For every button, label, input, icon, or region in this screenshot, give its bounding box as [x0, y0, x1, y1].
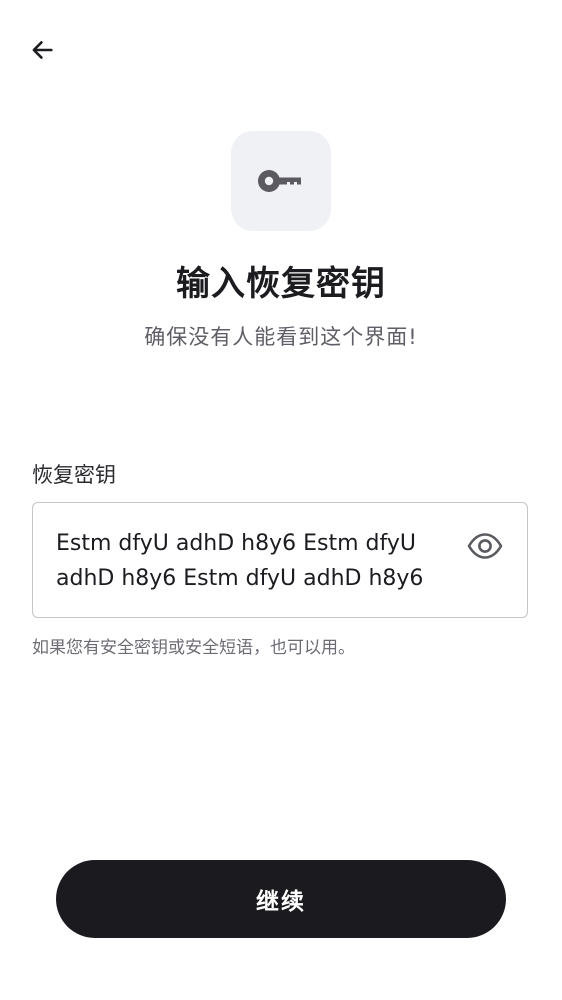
recovery-key-label: 恢复密钥: [32, 463, 116, 487]
arrow-left-icon: [32, 41, 53, 59]
helper-text: 如果您有安全密钥或安全短语，也可以用。: [32, 638, 355, 658]
eye-icon: [467, 533, 503, 559]
recovery-key-value[interactable]: Estm dfyU adhD h8y6 Estm dfyU adhD h8y6 …: [56, 526, 446, 596]
back-button[interactable]: [22, 30, 62, 70]
recovery-key-field[interactable]: Estm dfyU adhD h8y6 Estm dfyU adhD h8y6 …: [32, 502, 528, 618]
key-icon: [258, 170, 301, 192]
key-icon-tile: [231, 131, 331, 231]
toggle-visibility-button[interactable]: [465, 528, 505, 564]
page-title: 输入恢复密钥: [176, 264, 386, 304]
page-subtitle: 确保没有人能看到这个界面!: [144, 325, 418, 349]
continue-button[interactable]: 继续: [56, 860, 506, 938]
